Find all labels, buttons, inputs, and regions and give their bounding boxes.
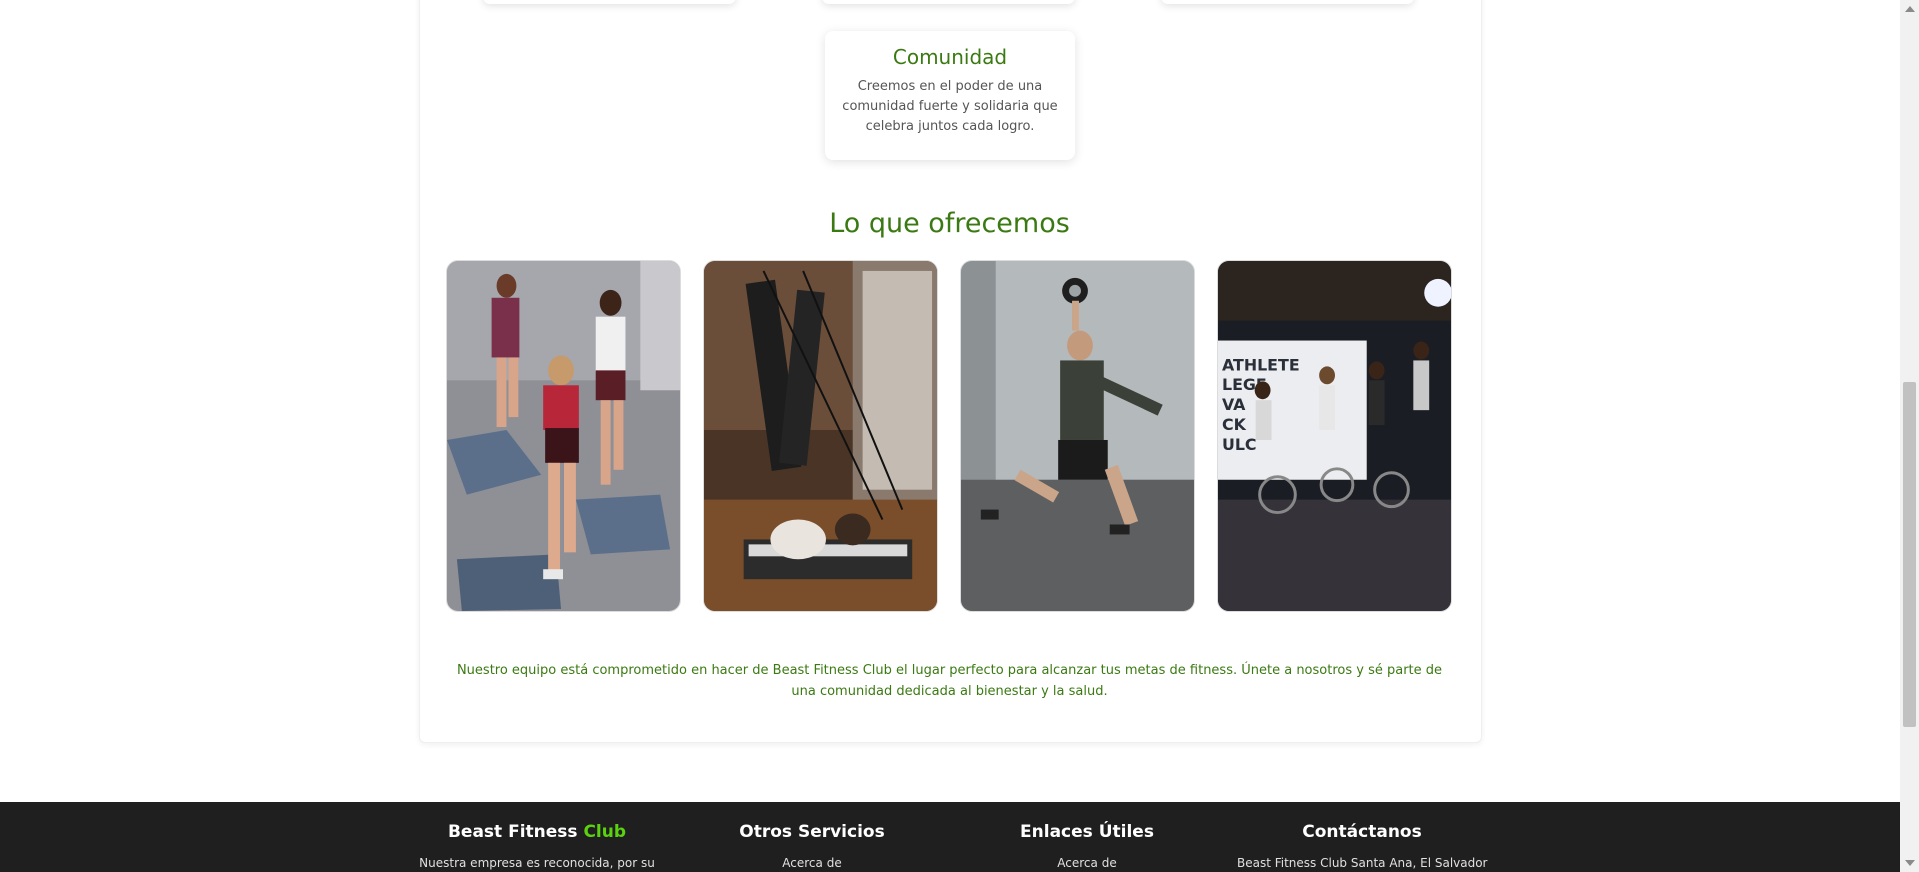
footer-col-contact: Contáctanos Beast Fitness Club Santa Ana… [1237, 822, 1488, 870]
section-title-offer: Lo que ofrecemos [829, 208, 1070, 239]
value-card-text: Creemos en el poder de una comunidad fue… [842, 79, 1058, 134]
footer-col-services: Otros Servicios Acerca de [687, 822, 937, 870]
footer-contact-heading: Contáctanos [1302, 822, 1422, 842]
vertical-scrollbar[interactable] [1900, 0, 1919, 872]
scroll-down-icon[interactable] [1905, 860, 1915, 866]
value-card-partial [483, 0, 736, 4]
footer-services-link[interactable]: Acerca de [687, 856, 937, 870]
svg-text:VA: VA [1222, 395, 1246, 414]
scroll-thumb[interactable] [1903, 382, 1916, 727]
footer-col-brand: Beast Fitness Club Nuestra empresa es re… [412, 822, 662, 870]
value-card-partial [1161, 0, 1414, 4]
value-card-partial [822, 0, 1075, 4]
svg-text:ATHLETE: ATHLETE [1222, 355, 1300, 374]
footer-about-text: Nuestra empresa es reconocida, por su [419, 856, 655, 870]
footer-contact-address: Beast Fitness Club Santa Ana, El Salvado… [1237, 856, 1488, 870]
gallery-image-spinning: ATHLETE LEGE VA CK ULC [1217, 260, 1452, 612]
site-footer: Beast Fitness Club Nuestra empresa es re… [0, 802, 1900, 872]
footer-links-link[interactable]: Acerca de [962, 856, 1212, 870]
footer-brand: Beast Fitness Club [412, 822, 662, 842]
value-card-comunidad: Comunidad Creemos en el poder de una com… [825, 31, 1075, 160]
gallery-image-pilates [703, 260, 938, 612]
footer-brand-name: Beast Fitness [447, 822, 578, 842]
scroll-up-icon[interactable] [1905, 6, 1915, 12]
value-card-title: Comunidad [892, 45, 1008, 69]
footer-services-heading: Otros Servicios [739, 822, 885, 842]
footer-col-links: Enlaces Útiles Acerca de [962, 822, 1212, 870]
gallery-image-step-class [446, 260, 681, 612]
footer-links-heading: Enlaces Útiles [1020, 822, 1154, 842]
offer-intro-text: Nuestro equipo está comprometido en hace… [456, 663, 1443, 699]
svg-text:CK: CK [1222, 415, 1247, 434]
gallery-image-kettlebell [960, 260, 1195, 612]
svg-text:ULC: ULC [1222, 435, 1257, 454]
footer-brand-accent: Club [583, 822, 627, 842]
